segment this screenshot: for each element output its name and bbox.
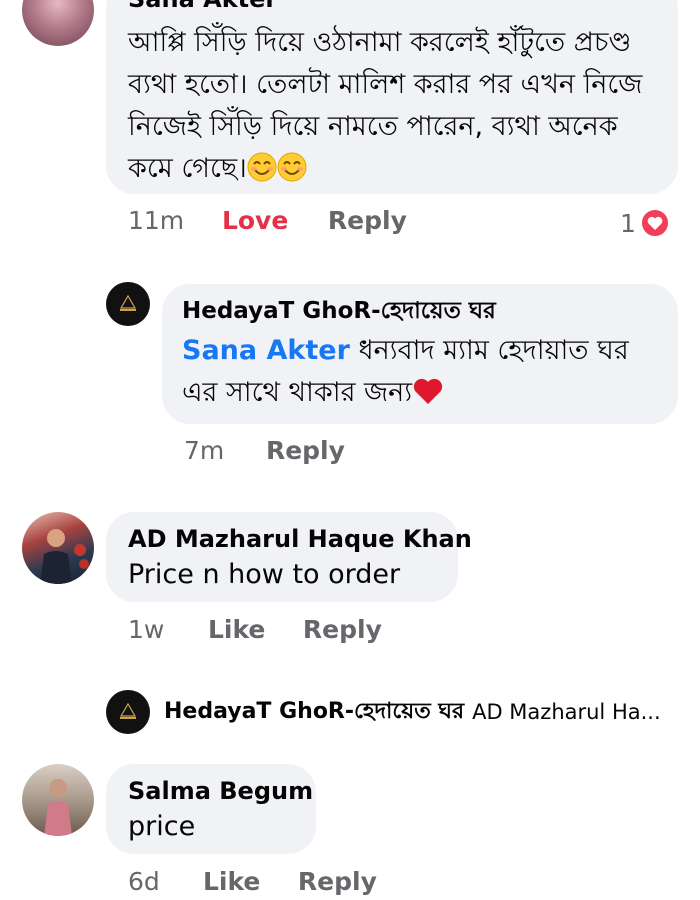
comment-timestamp[interactable]: 11m: [128, 206, 214, 235]
avatar[interactable]: [22, 764, 94, 836]
reply-button[interactable]: Reply: [328, 206, 407, 235]
comment-text: price: [128, 811, 196, 842]
comment-bubble: HedayaT GhoR-হেদায়েত ঘর Sana Akter ধন্য…: [162, 284, 678, 424]
comment-bubble: Sana Akter আপ্পি সিঁড়ি দিয়ে ওঠানামা কর…: [106, 0, 678, 194]
comment-author[interactable]: AD Mazharul Haque Khan: [128, 524, 472, 554]
love-reaction-button[interactable]: Love: [222, 206, 320, 235]
comment-text-content: আপ্পি সিঁড়ি দিয়ে ওঠানামা করলেই হাঁটুতে…: [128, 27, 643, 184]
mention-link[interactable]: Sana Akter: [182, 335, 350, 366]
comment-author[interactable]: Sana Akter: [128, 0, 656, 14]
comment-bubble: AD Mazharul Haque Khan Price n how to or…: [106, 512, 472, 602]
comment-bubble: Salma Begum price: [106, 764, 316, 854]
comment-text: Price n how to order: [128, 559, 401, 590]
comment-timestamp[interactable]: 1w: [128, 615, 200, 644]
comment-author[interactable]: HedayaT GhoR-হেদায়েত ঘর: [182, 296, 658, 326]
comment-actions: 1w Like Reply: [128, 615, 382, 644]
comment-actions: 11m Love Reply: [128, 206, 407, 235]
avatar[interactable]: [22, 0, 94, 46]
avatar[interactable]: [22, 512, 94, 584]
comment-actions: 6d Like Reply: [128, 867, 377, 896]
red-heart-icon: [412, 376, 444, 406]
collapsed-reply[interactable]: HedayaT GhoR-হেদায়েত ঘর AD Mazharul Ha.…: [106, 690, 678, 734]
comment-actions: 7m Reply: [184, 436, 345, 465]
comment-text: আপ্পি সিঁড়ি দিয়ে ওঠানামা করলেই হাঁটুতে…: [128, 22, 656, 190]
smiling-face-icon: [247, 152, 277, 182]
comment-author[interactable]: HedayaT GhoR-হেদায়েত ঘর: [164, 694, 464, 731]
smiling-face-icon: [277, 152, 307, 182]
like-button[interactable]: Like: [208, 615, 295, 644]
comment-author[interactable]: Salma Begum: [128, 776, 313, 806]
reply-preview: AD Mazharul Ha...: [472, 700, 661, 724]
like-button[interactable]: Like: [203, 867, 290, 896]
reply-button[interactable]: Reply: [298, 867, 377, 896]
comment-timestamp[interactable]: 7m: [184, 436, 258, 465]
reaction-count: 1: [620, 208, 636, 238]
reaction-summary[interactable]: 1: [620, 208, 670, 238]
heart-icon: [639, 208, 670, 238]
reply-button[interactable]: Reply: [303, 615, 382, 644]
comment-text: Sana Akter ধন্যবাদ ম্যাম হেদায়াত ঘর এর …: [182, 330, 658, 414]
avatar[interactable]: [106, 690, 150, 734]
reply-button[interactable]: Reply: [266, 436, 345, 465]
avatar[interactable]: [106, 282, 150, 326]
comment-timestamp[interactable]: 6d: [128, 867, 195, 896]
